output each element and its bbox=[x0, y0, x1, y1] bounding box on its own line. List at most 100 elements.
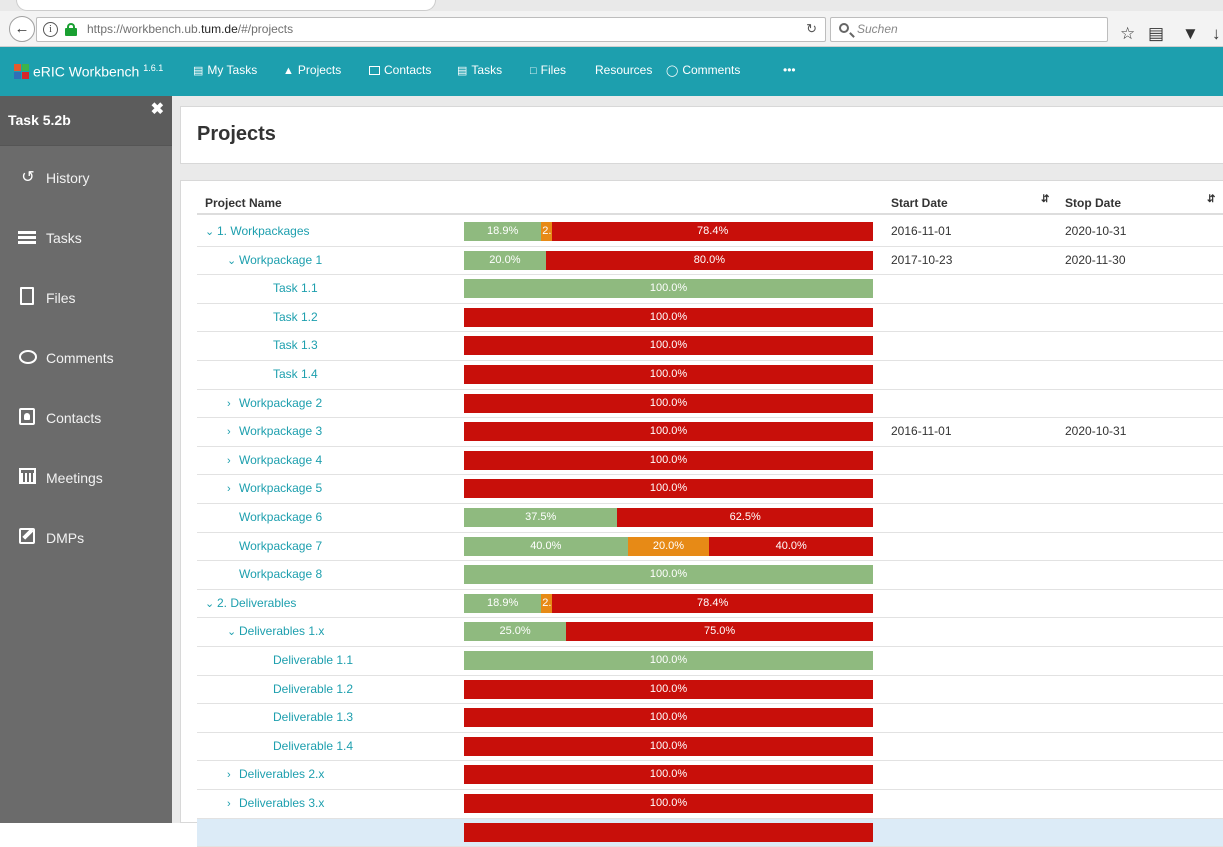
nav-projects[interactable]: ▲ Projects bbox=[283, 63, 341, 77]
project-name-link[interactable]: Task 1.1 bbox=[273, 281, 318, 295]
progress-bar: 100.0% bbox=[464, 279, 873, 299]
project-name-link[interactable]: Task 1.4 bbox=[273, 367, 318, 381]
table-row[interactable]: Deliverable 1.1 100.0% bbox=[197, 647, 1223, 676]
progress-bar: 100.0% bbox=[464, 307, 873, 327]
project-name-link[interactable]: ⌄ Workpackage 1 bbox=[227, 253, 322, 267]
chevron-down-icon[interactable]: ⌄ bbox=[227, 625, 239, 638]
chevron-down-icon[interactable]: ⌄ bbox=[205, 597, 217, 610]
lock-icon[interactable] bbox=[65, 23, 77, 36]
sidebar-item-history[interactable]: ↺ History bbox=[0, 156, 172, 200]
sidebar-item-comments[interactable]: Comments bbox=[0, 336, 172, 380]
progress-bar: 100.0% bbox=[464, 336, 873, 356]
sort-icon[interactable]: ⇵ bbox=[1207, 194, 1215, 205]
project-name-link[interactable]: ⌄ 1. Workpackages bbox=[205, 224, 310, 238]
project-name-link[interactable]: › Workpackage 4 bbox=[227, 453, 322, 467]
nav-tasks[interactable]: ▤ Tasks bbox=[457, 63, 502, 77]
table-row[interactable]: Workpackage 6 37.5% 62.5% bbox=[197, 504, 1223, 533]
list-icon: ▤ bbox=[457, 65, 468, 77]
project-name-link[interactable]: › Deliverables 2.x bbox=[227, 767, 324, 781]
table-row[interactable]: › Deliverables 2.x 100.0% bbox=[197, 761, 1223, 790]
close-icon[interactable]: ✖ bbox=[151, 99, 164, 119]
project-name-link[interactable]: Task 1.2 bbox=[273, 310, 318, 324]
info-icon[interactable]: i bbox=[43, 22, 58, 37]
column-header-start[interactable]: Start Date bbox=[891, 196, 948, 210]
sidebar-item-tasks[interactable]: Tasks bbox=[0, 216, 172, 260]
table-row[interactable]: › Deliverables 3.x 100.0% bbox=[197, 790, 1223, 819]
table-row[interactable]: Workpackage 8 100.0% bbox=[197, 561, 1223, 590]
project-name-text: Deliverables 3.x bbox=[239, 796, 325, 810]
project-name-link[interactable]: › Workpackage 5 bbox=[227, 481, 322, 495]
project-name-link[interactable]: Deliverable 1.3 bbox=[273, 710, 353, 724]
project-name-link[interactable]: › Workpackage 2 bbox=[227, 396, 322, 410]
pocket-icon[interactable]: ▼ bbox=[1182, 25, 1199, 42]
nav-comments[interactable]: ◯ Comments bbox=[666, 63, 740, 77]
bookmarks-library-icon[interactable]: ▤ bbox=[1148, 25, 1164, 42]
progress-segment-open: 100.0% bbox=[464, 708, 873, 728]
project-name-text: Workpackage 3 bbox=[239, 424, 323, 439]
url-text[interactable]: https://workbench.ub.tum.de/#/projects bbox=[87, 22, 293, 36]
project-name-link[interactable]: ⌄ 2. Deliverables bbox=[205, 596, 296, 610]
chevron-right-icon[interactable]: › bbox=[227, 426, 239, 438]
table-row[interactable]: Task 1.2 100.0% bbox=[197, 304, 1223, 333]
progress-segment-done: 20.0% bbox=[464, 250, 546, 270]
project-name-link[interactable]: Deliverable 1.2 bbox=[273, 682, 353, 696]
nav-contacts[interactable]: Contacts bbox=[369, 63, 431, 77]
table-row[interactable]: Deliverable 1.4 100.0% bbox=[197, 733, 1223, 762]
bookmark-star-icon[interactable]: ☆ bbox=[1120, 25, 1135, 42]
table-row[interactable]: › Workpackage 4 100.0% bbox=[197, 447, 1223, 476]
back-button[interactable]: ← bbox=[9, 16, 35, 42]
sidebar-item-dmps[interactable]: DMPs bbox=[0, 516, 172, 560]
table-row[interactable]: Task 1.3 100.0% bbox=[197, 332, 1223, 361]
logo-icon bbox=[14, 64, 30, 80]
table-row[interactable]: ⌄ 1. Workpackages 18.9% 2. 78.4% 2016-11-01 20… bbox=[197, 218, 1223, 247]
project-name-link[interactable]: Workpackage 8 bbox=[239, 567, 322, 581]
chevron-right-icon[interactable]: › bbox=[227, 769, 239, 781]
table-row[interactable]: › Workpackage 3 100.0% 2016-11-01 2020-10-31 bbox=[197, 418, 1223, 447]
project-name-link[interactable]: Task 1.3 bbox=[273, 338, 318, 352]
chevron-right-icon[interactable]: › bbox=[227, 798, 239, 810]
project-name-link[interactable]: Deliverable 1.1 bbox=[273, 653, 353, 667]
chevron-right-icon[interactable]: › bbox=[227, 455, 239, 467]
project-name-link[interactable]: › Deliverables 3.x bbox=[227, 796, 324, 810]
table-row[interactable]: ⌄ Workpackage 1 20.0% 80.0% 2017-10-23 2020-1… bbox=[197, 247, 1223, 276]
project-name-link[interactable]: ⌄ Deliverables 1.x bbox=[227, 624, 324, 638]
column-header-stop[interactable]: Stop Date bbox=[1065, 196, 1121, 210]
chevron-right-icon[interactable]: › bbox=[227, 398, 239, 410]
sidebar: Task 5.2b ✖ ↺ History Tasks Files Commen… bbox=[0, 96, 172, 823]
project-name-link[interactable]: › Workpackage 3 bbox=[227, 424, 322, 438]
chevron-right-icon[interactable]: › bbox=[227, 483, 239, 495]
progress-bar: 25.0% 75.0% bbox=[464, 622, 873, 642]
sidebar-item-meetings[interactable]: Meetings bbox=[0, 456, 172, 500]
nav-more[interactable]: ••• bbox=[783, 63, 796, 77]
table-row[interactable]: › Workpackage 5 100.0% bbox=[197, 475, 1223, 504]
table-row[interactable]: Deliverable 1.2 100.0% bbox=[197, 676, 1223, 705]
search-input[interactable]: Suchen bbox=[830, 17, 1108, 42]
reload-icon[interactable]: ↻ bbox=[806, 21, 817, 37]
progress-segment-open: 100.0% bbox=[464, 736, 873, 756]
table-row[interactable]: Task 1.4 100.0% bbox=[197, 361, 1223, 390]
sort-icon[interactable]: ⇵ bbox=[1041, 194, 1049, 205]
chevron-down-icon[interactable]: ⌄ bbox=[205, 225, 217, 238]
table-row[interactable]: Workpackage 7 40.0% 20.0% 40.0% bbox=[197, 533, 1223, 562]
column-header-name[interactable]: Project Name bbox=[205, 196, 282, 210]
table-row[interactable]: Task 1.1 100.0% bbox=[197, 275, 1223, 304]
chevron-down-icon[interactable]: ⌄ bbox=[227, 254, 239, 267]
progress-bar: 100.0% bbox=[464, 393, 873, 413]
sidebar-item-files[interactable]: Files bbox=[0, 276, 172, 320]
nav-resources[interactable]: Resources bbox=[595, 63, 652, 77]
sidebar-item-contacts[interactable]: Contacts bbox=[0, 396, 172, 440]
download-icon[interactable]: ↓ bbox=[1212, 25, 1221, 42]
table-row[interactable]: ⌄ 2. Deliverables 18.9% 2. 78.4% bbox=[197, 590, 1223, 619]
folder-icon: ▲ bbox=[283, 65, 294, 77]
project-name-link[interactable]: Workpackage 6 bbox=[239, 510, 322, 524]
address-bar[interactable]: i https://workbench.ub.tum.de/#/projects… bbox=[36, 17, 826, 42]
project-name-text: Workpackage 6 bbox=[239, 510, 323, 524]
nav-files[interactable]: □ Files bbox=[530, 63, 566, 77]
project-name-link[interactable]: Deliverable 1.4 bbox=[273, 739, 353, 753]
table-row[interactable]: Deliverable 1.3 100.0% bbox=[197, 704, 1223, 733]
project-name-link[interactable]: Workpackage 7 bbox=[239, 539, 322, 553]
nav-my-tasks[interactable]: ▤ My Tasks bbox=[193, 63, 257, 77]
table-row[interactable]: › Workpackage 2 100.0% bbox=[197, 390, 1223, 419]
table-row[interactable]: ⌄ Deliverables 1.x 25.0% 75.0% bbox=[197, 618, 1223, 647]
browser-tab[interactable] bbox=[16, 0, 436, 11]
